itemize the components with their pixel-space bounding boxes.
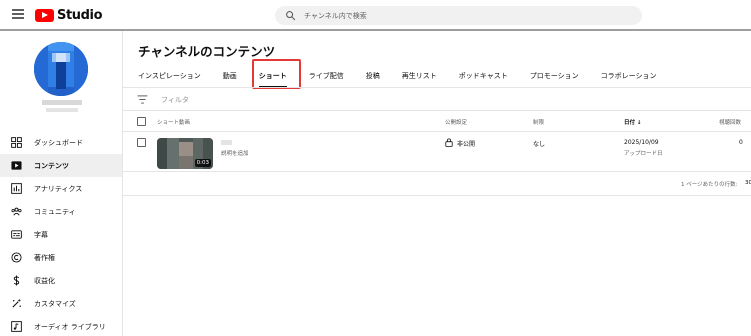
sidebar-item-content[interactable]: コンテンツ <box>0 154 122 177</box>
sidebar-item-label: 字幕 <box>34 231 48 239</box>
column-header-visibility[interactable]: 公開設定 <box>445 118 467 126</box>
channel-subtitle-redacted <box>46 108 78 112</box>
tab-label: ポッドキャスト <box>458 72 508 80</box>
filter-icon[interactable] <box>137 95 148 104</box>
rows-per-page-label: 1 ページあたりの行数: <box>681 182 738 188</box>
tab-label: 動画 <box>222 72 237 80</box>
column-header-views[interactable]: 視聴回数 <box>719 118 741 126</box>
row-checkbox[interactable] <box>137 138 146 147</box>
sidebar-item-audio-library[interactable]: オーディオ ライブラリ <box>0 315 122 336</box>
content-tabs: インスピレーション 動画 ショート ライブ配信 投稿 再生リスト ポッドキャスト… <box>138 68 656 88</box>
copyright-icon <box>11 252 22 263</box>
sidebar-item-label: 収益化 <box>34 277 55 285</box>
community-icon <box>11 207 22 216</box>
sidebar-item-customization[interactable]: カスタマイズ <box>0 292 122 315</box>
tab-videos[interactable]: 動画 <box>223 68 237 88</box>
search-input[interactable] <box>304 8 624 23</box>
top-bar: Studio <box>0 0 751 30</box>
search-icon[interactable] <box>285 10 296 21</box>
analytics-icon <box>11 183 22 194</box>
logo-text: Studio <box>57 7 103 23</box>
monetization-icon <box>13 275 20 286</box>
video-duration: 0:03 <box>194 159 211 167</box>
date-value: 2025/10/09 <box>624 139 659 146</box>
pagination-bar: 1 ページあたりの行数: 30 <box>123 172 751 196</box>
channel-name-redacted <box>42 100 82 105</box>
tab-label: 投稿 <box>365 72 380 80</box>
tab-collaborations[interactable]: コラボレーション <box>601 68 657 88</box>
restrictions-value: なし <box>533 141 546 148</box>
sidebar-item-dashboard[interactable]: ダッシュボード <box>0 131 122 154</box>
sidebar-item-label: オーディオ ライブラリ <box>34 323 106 331</box>
sidebar-item-label: アナリティクス <box>34 185 83 193</box>
video-title-redacted[interactable] <box>221 140 232 145</box>
tab-live[interactable]: ライブ配信 <box>309 68 344 88</box>
tab-podcasts[interactable]: ポッドキャスト <box>459 68 508 88</box>
sidebar-item-analytics[interactable]: アナリティクス <box>0 177 122 200</box>
date-type: アップロード日 <box>624 151 663 157</box>
video-thumbnail[interactable]: 0:03 <box>157 138 213 169</box>
sidebar-item-label: コミュニティ <box>34 208 76 216</box>
tab-label: コラボレーション <box>600 72 657 80</box>
dashboard-icon <box>11 137 22 148</box>
sidebar-item-label: コンテンツ <box>34 162 69 170</box>
channel-avatar[interactable] <box>34 42 88 96</box>
table-header: ショート動画 公開設定 制限 日付 ↓ 視聴回数 <box>123 111 751 132</box>
sidebar-item-community[interactable]: コミュニティ <box>0 200 122 223</box>
audio-library-icon <box>11 321 22 332</box>
sidebar-item-label: 著作権 <box>34 254 55 262</box>
tab-label: インスピレーション <box>138 72 201 80</box>
sidebar-item-label: カスタマイズ <box>34 300 76 308</box>
sidebar-item-label: ダッシュボード <box>34 139 83 147</box>
sidebar-item-monetization[interactable]: 収益化 <box>0 269 122 292</box>
add-description-link[interactable]: 説明を追加 <box>221 149 249 157</box>
shorts-tab-highlight <box>252 59 301 89</box>
subtitles-icon <box>11 230 22 239</box>
sidebar-item-copyright[interactable]: 著作権 <box>0 246 122 269</box>
youtube-logo-icon <box>35 8 54 22</box>
column-header-video[interactable]: ショート動画 <box>157 118 190 126</box>
rows-per-page-select[interactable]: 30 <box>745 180 751 186</box>
filter-bar <box>123 88 751 111</box>
search-box[interactable] <box>275 6 642 25</box>
sidebar: ダッシュボード コンテンツ アナリティクス コミュニティ 字幕 著作権 収益化 … <box>0 31 123 336</box>
tab-playlists[interactable]: 再生リスト <box>402 68 437 88</box>
table-row[interactable]: 0:03 説明を追加 非公開 なし 2025/10/09 アップロード日 0 <box>123 132 751 172</box>
views-value: 0 <box>739 139 743 146</box>
hamburger-menu-icon[interactable] <box>12 9 24 19</box>
select-all-checkbox[interactable] <box>137 117 146 126</box>
page-title: チャンネルのコンテンツ <box>138 44 276 59</box>
content-icon <box>11 161 22 170</box>
column-header-date[interactable]: 日付 ↓ <box>624 118 642 126</box>
tab-label: ライブ配信 <box>308 72 344 80</box>
filter-input[interactable] <box>161 93 361 106</box>
sidebar-item-subtitles[interactable]: 字幕 <box>0 223 122 246</box>
visibility-value[interactable]: 非公開 <box>457 139 475 148</box>
tab-inspiration[interactable]: インスピレーション <box>138 68 201 88</box>
tab-label: プロモーション <box>529 72 579 80</box>
main-content: チャンネルのコンテンツ インスピレーション 動画 ショート ライブ配信 投稿 再… <box>123 31 751 336</box>
studio-logo[interactable]: Studio <box>35 7 103 23</box>
sidebar-nav: ダッシュボード コンテンツ アナリティクス コミュニティ 字幕 著作権 収益化 … <box>0 131 122 336</box>
tab-posts[interactable]: 投稿 <box>366 68 380 88</box>
lock-icon <box>445 138 453 147</box>
tab-promotions[interactable]: プロモーション <box>530 68 579 88</box>
customization-icon <box>12 298 22 308</box>
tab-label: 再生リスト <box>401 72 437 80</box>
column-header-restrictions[interactable]: 制限 <box>533 118 544 126</box>
